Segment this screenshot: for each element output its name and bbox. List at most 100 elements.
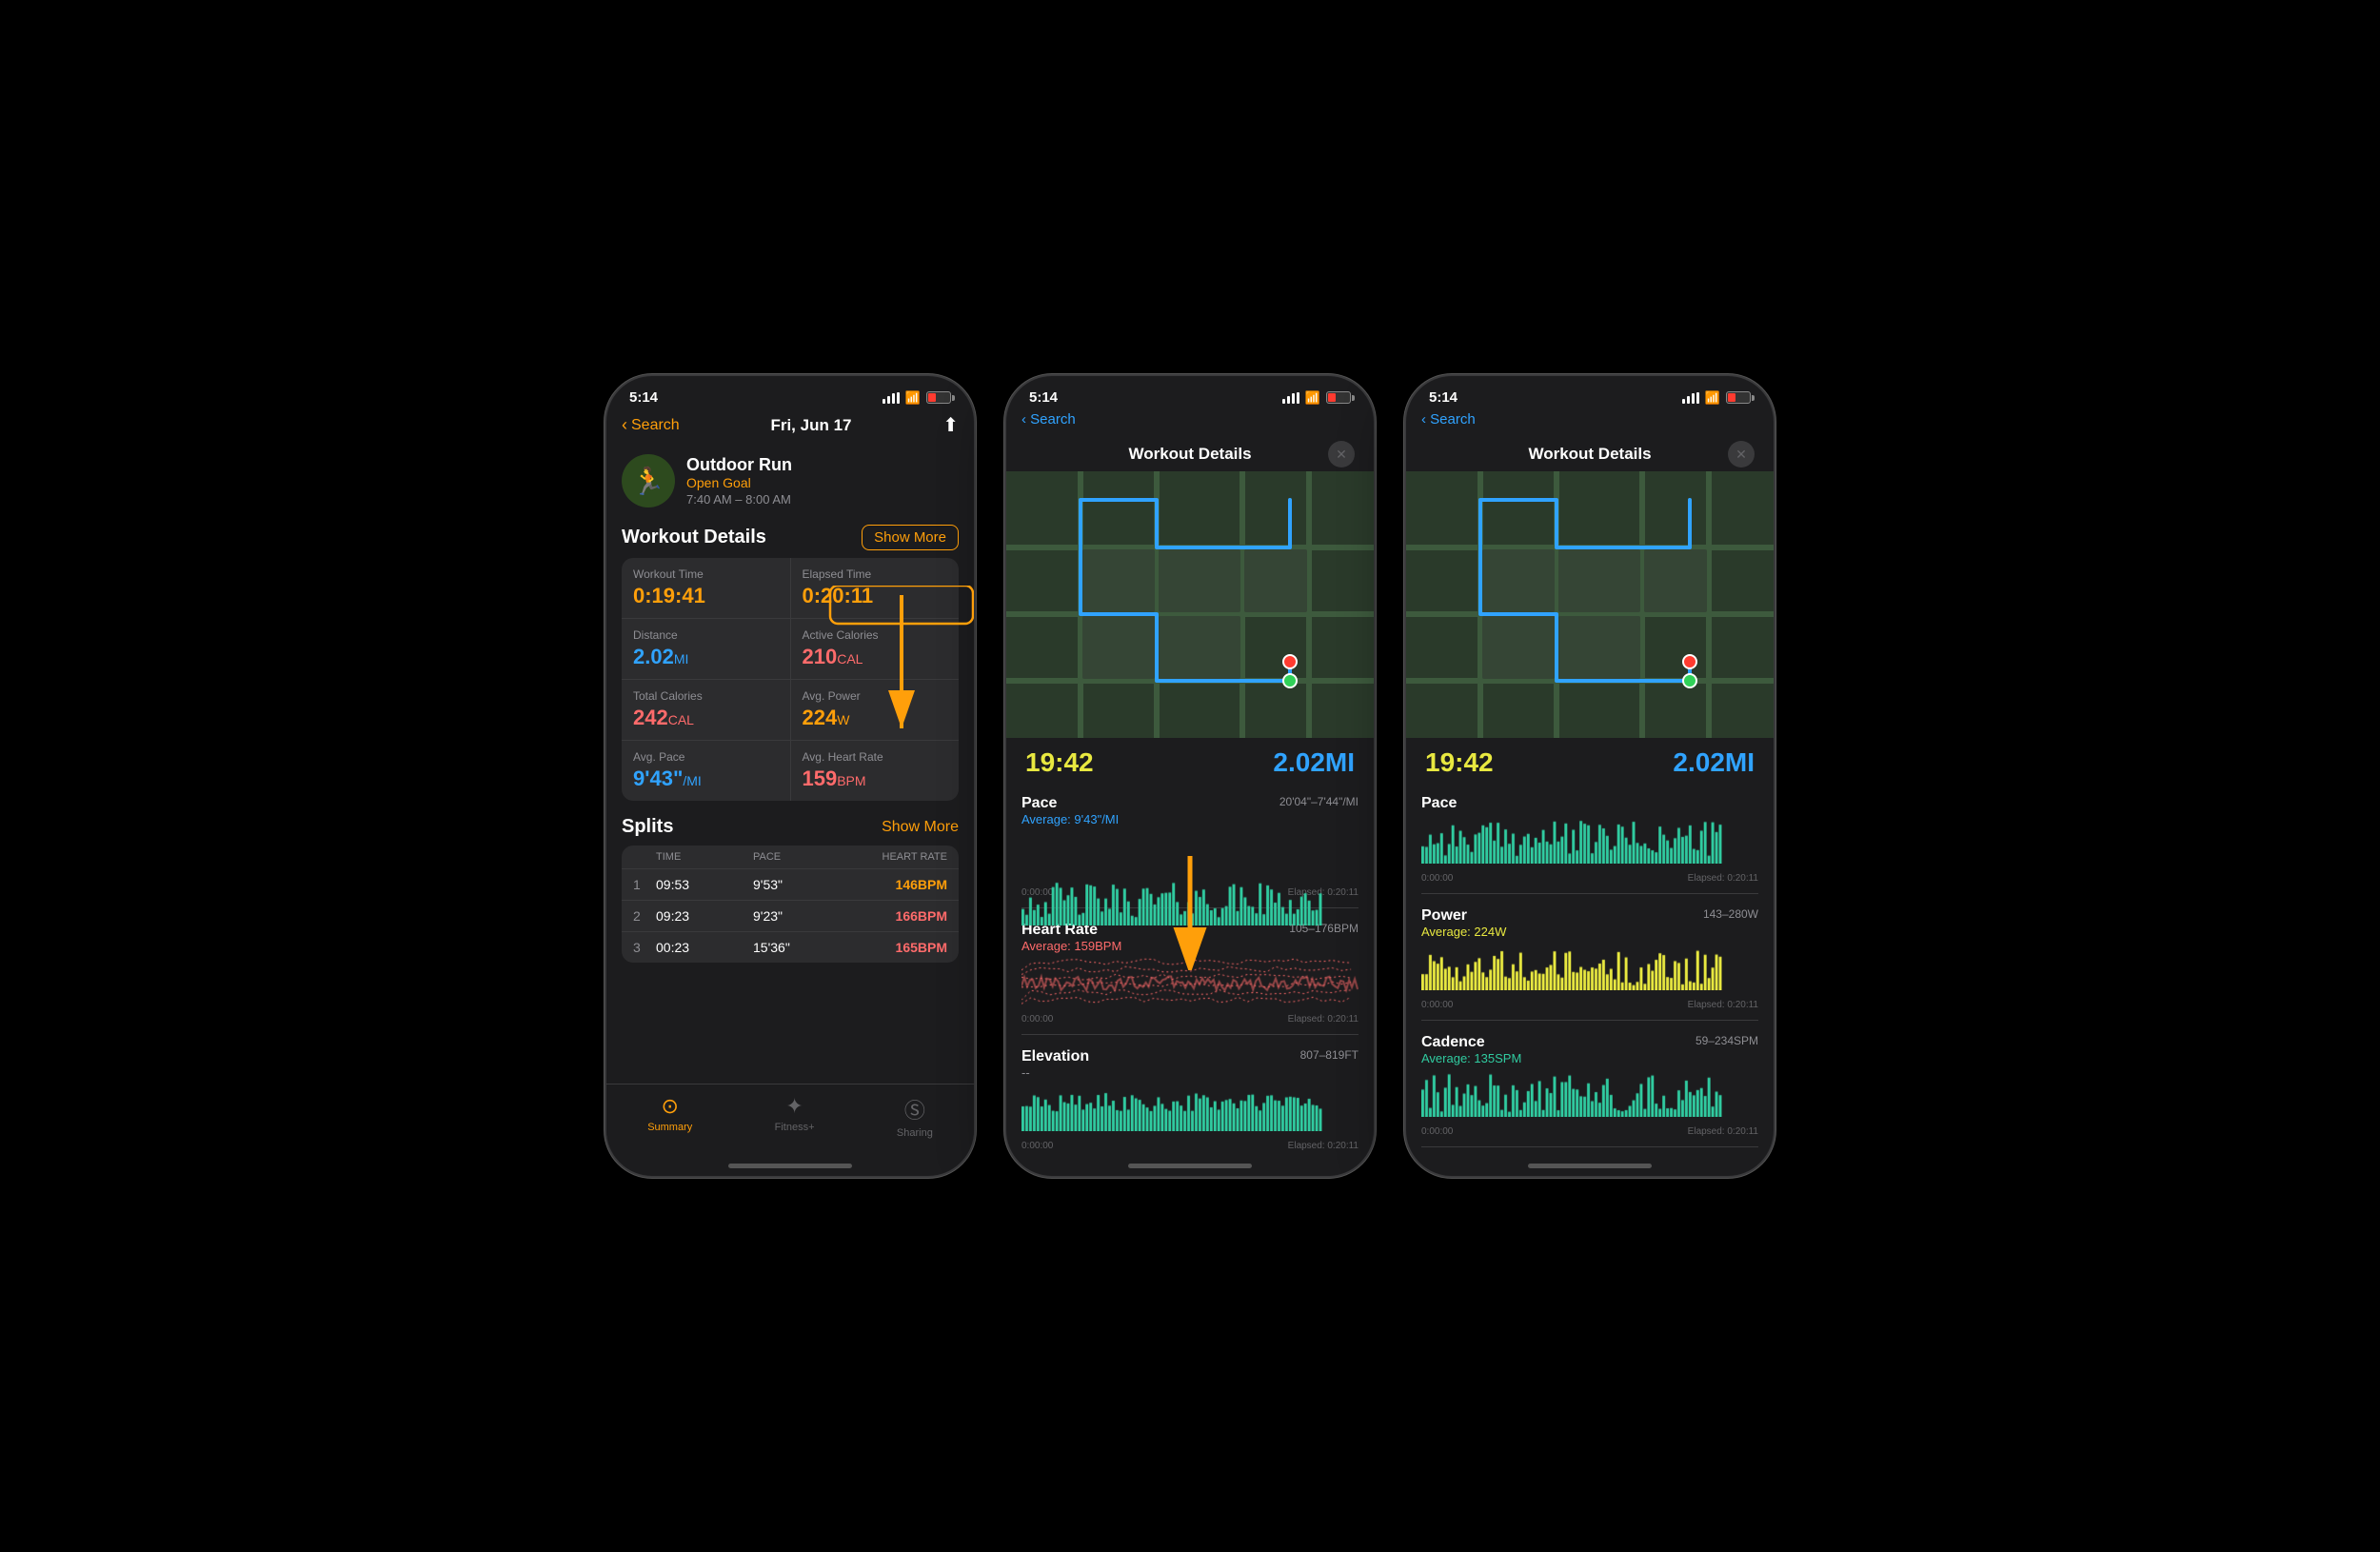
chart-range: 143–280W (1703, 907, 1758, 921)
modal-header-2: Workout Details ✕ (1006, 433, 1374, 471)
metric-value-distance: 2.02MI (633, 645, 779, 669)
status-bar-3: 5:14 📶 (1406, 376, 1774, 409)
splits-time: 09:23 (656, 908, 753, 924)
splits-show-more[interactable]: Show More (882, 819, 959, 836)
battery-fill (928, 393, 936, 402)
chart-elev-2: Elevation -- 807–819FT 0:00:00 Elapsed: … (1006, 1041, 1374, 1155)
home-bar-1 (606, 1158, 974, 1176)
splits-hr: 146BPM (850, 877, 947, 892)
phone-3: 5:14 📶 ‹ Search Workout Details ✕ (1404, 374, 1775, 1178)
metric-row-4: Avg. Pace 9'43"/MI Avg. Heart Rate 159BP… (622, 741, 959, 801)
metric-value-workout-time: 0:19:41 (633, 584, 779, 608)
summary-label: Summary (647, 1122, 692, 1133)
home-bar-3 (1406, 1158, 1774, 1176)
elev-chart-canvas (1021, 1084, 1359, 1131)
splits-time: 09:53 (656, 877, 753, 892)
tab-summary[interactable]: ⊙ Summary (647, 1094, 692, 1139)
workout-title-1: Outdoor Run (686, 455, 792, 475)
workout-details-header: Workout Details Show More (622, 525, 959, 550)
back-nav-2: ‹ Search (1006, 409, 1374, 433)
chart-start: 0:00:00 (1421, 1126, 1453, 1137)
workout-goal-1: Open Goal (686, 475, 792, 490)
chart-title: Cadence (1421, 1034, 1521, 1051)
splits-col-pace: Pace (753, 851, 850, 863)
home-bar-line (1128, 1164, 1252, 1168)
splits-pace: 9'23" (753, 908, 850, 924)
status-right-2: 📶 (1282, 390, 1351, 406)
chart-range: 807–819FT (1300, 1048, 1359, 1062)
back-btn-2[interactable]: ‹ Search (1021, 411, 1076, 428)
metric-value-hr: 159BPM (803, 766, 948, 791)
splits-table: Time Pace Heart Rate 1 09:53 9'53" 146BP… (622, 846, 959, 963)
cadence-chart-canvas (1421, 1069, 1758, 1117)
back-label-1: Search (631, 417, 680, 434)
show-more-button[interactable]: Show More (862, 525, 959, 550)
stats-bar-3: 19:42 2.02MI (1406, 738, 1774, 787)
signal-bar (1692, 393, 1695, 404)
chart-start: 0:00:00 (1421, 873, 1453, 884)
chart-bars (1421, 943, 1758, 996)
metric-value-elapsed-time: 0:20:11 (803, 584, 948, 608)
map-3 (1406, 471, 1774, 738)
metric-row-3: Total Calories 242CAL Avg. Power 224W (622, 680, 959, 741)
modal-title-3: Workout Details (1528, 445, 1651, 464)
phone-1: 5:14 📶 ‹ Search Fri, Jun 17 ⬆ (605, 374, 976, 1178)
hr-chart-canvas (1021, 957, 1359, 1005)
splits-section: Splits Show More Time Pace Heart Rate 1 … (622, 816, 959, 963)
chart-start: 0:00:00 (1021, 1014, 1053, 1025)
power-chart-3-canvas (1421, 943, 1758, 990)
metric-value-power: 224W (803, 706, 948, 730)
divider (1421, 1146, 1758, 1147)
chart-power-3: Power Average: 224W 143–280W 0:00:00 Ela… (1406, 900, 1774, 1014)
chart-footer: 0:00:00 Elapsed: 0:20:11 (1421, 873, 1758, 884)
pace-chart-canvas (1021, 878, 1359, 925)
chart-elapsed: Elapsed: 0:20:11 (1688, 1000, 1758, 1010)
back-nav-3: ‹ Search (1406, 409, 1774, 433)
tab-sharing[interactable]: Ⓢ Sharing (897, 1094, 933, 1139)
wifi-icon-3: 📶 (1705, 390, 1720, 406)
nav-bar-1: ‹ Search Fri, Jun 17 ⬆ (606, 409, 974, 445)
wifi-icon-1: 📶 (905, 390, 921, 406)
metric-cell-workout-time: Workout Time 0:19:41 (622, 558, 791, 618)
chart-subtitle: Average: 135SPM (1421, 1051, 1521, 1065)
chart-bars: // Generate bars inline via JS after loa… (1021, 830, 1359, 884)
share-button-1[interactable]: ⬆ (942, 413, 959, 437)
metric-value-active-cal: 210CAL (803, 645, 948, 669)
splits-row-1: 1 09:53 9'53" 146BPM (622, 869, 959, 901)
chart-cadence-3: Cadence Average: 135SPM 59–234SPM 0:00:0… (1406, 1026, 1774, 1141)
signal-bar (892, 393, 895, 404)
splits-header: Splits Show More (622, 816, 959, 838)
chart-footer: 0:00:00 Elapsed: 0:20:11 (1021, 1014, 1359, 1025)
chart-range: 59–234SPM (1696, 1034, 1758, 1047)
metric-cell-active-cal: Active Calories 210CAL (791, 619, 960, 679)
metric-cell-power: Avg. Power 224W (791, 680, 960, 740)
metric-label: Avg. Heart Rate (803, 750, 948, 764)
chart-hr-2: Heart Rate Average: 159BPM 105–176BPM 0:… (1006, 914, 1374, 1028)
workout-icon-1: 🏃 (622, 454, 675, 507)
sharing-label: Sharing (897, 1127, 933, 1139)
back-btn-3[interactable]: ‹ Search (1421, 411, 1476, 428)
metric-label: Active Calories (803, 628, 948, 642)
splits-pace: 15'36" (753, 940, 850, 955)
metric-label: Total Calories (633, 689, 779, 703)
tab-fitness[interactable]: ✦ Fitness+ (775, 1094, 815, 1139)
phone-2: 5:14 📶 ‹ Search Workout Details ✕ (1004, 374, 1376, 1178)
time-3: 5:14 (1429, 389, 1458, 406)
fitness-label: Fitness+ (775, 1122, 815, 1133)
back-button-1[interactable]: ‹ Search (622, 415, 680, 435)
modal-close-2[interactable]: ✕ (1328, 441, 1355, 468)
signal-bars-1 (883, 392, 900, 404)
summary-icon: ⊙ (662, 1094, 679, 1119)
chart-title: Pace (1021, 795, 1119, 812)
chart-start: 0:00:00 (1021, 1141, 1053, 1151)
chart-elapsed: Elapsed: 0:20:11 (1288, 1141, 1359, 1151)
wifi-icon-2: 📶 (1305, 390, 1320, 406)
chart-title: Elevation (1021, 1048, 1089, 1065)
stats-bar-2: 19:42 2.02MI (1006, 738, 1374, 787)
status-bar-2: 5:14 📶 (1006, 376, 1374, 409)
divider (1421, 893, 1758, 894)
chart-elapsed: Elapsed: 0:20:11 (1688, 873, 1758, 884)
modal-close-3[interactable]: ✕ (1728, 441, 1755, 468)
metric-row-1: Workout Time 0:19:41 Elapsed Time 0:20:1… (622, 558, 959, 619)
signal-bar (1682, 399, 1685, 404)
